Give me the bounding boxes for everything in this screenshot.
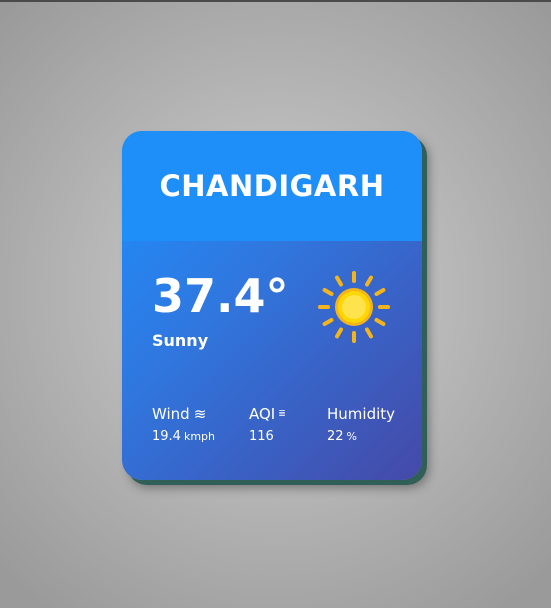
sun-icon xyxy=(318,271,390,343)
weather-card: CHANDIGARH 37.4° Sunny Wind≋ 19.4kmph xyxy=(122,131,422,480)
wind-label: Wind xyxy=(152,405,190,423)
aqi-icon: ≣ xyxy=(278,409,286,419)
wind-value: 19.4 xyxy=(152,429,181,444)
humidity-unit: % xyxy=(346,430,357,443)
window-top-bar xyxy=(0,0,551,2)
wind-icon: ≋ xyxy=(193,405,207,423)
humidity-stat: Humidity 22% xyxy=(327,404,395,447)
aqi-stat: AQI ≣ 116 xyxy=(249,404,286,447)
humidity-label: Humidity xyxy=(327,405,396,423)
city-name: CHANDIGARH xyxy=(159,169,385,203)
temperature: 37.4° xyxy=(152,269,289,323)
card-header: CHANDIGARH xyxy=(122,131,422,241)
humidity-value: 22 xyxy=(327,429,344,444)
weather-condition: Sunny xyxy=(152,331,209,350)
aqi-label: AQI xyxy=(249,405,276,423)
wind-stat: Wind ≋ 19.4 kmph xyxy=(152,404,215,447)
aqi-value: 116 xyxy=(249,429,274,444)
wind-unit: kmph xyxy=(183,430,215,443)
